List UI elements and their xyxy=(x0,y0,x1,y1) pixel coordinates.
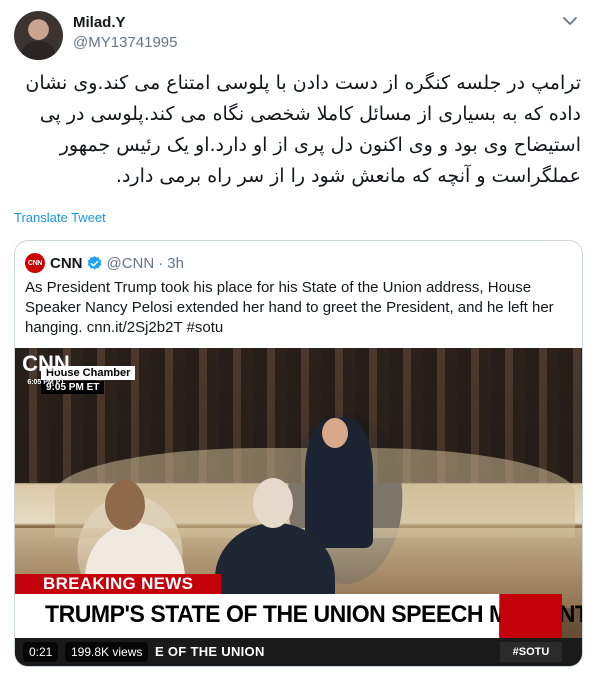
speaker-head xyxy=(105,480,145,530)
cnn-bug-time: 6:05 PM PT xyxy=(27,379,65,386)
tweet: Milad.Y @MY13741995 ترامپ در جلسه کنگره … xyxy=(0,0,597,685)
quoted-tweet-header: CNN CNN @CNN · 3h xyxy=(25,253,184,273)
verified-badge-icon xyxy=(87,255,101,270)
author-name[interactable]: Milad.Y xyxy=(73,14,126,31)
quoted-author-handle[interactable]: @CNN xyxy=(107,255,155,272)
translate-tweet-link[interactable]: Translate Tweet xyxy=(14,210,106,225)
cnn-bug-logo: CNN xyxy=(22,351,70,376)
dot-separator: · xyxy=(158,254,164,272)
avatar[interactable] xyxy=(14,11,63,60)
author-handle[interactable]: @MY13741995 xyxy=(73,34,177,51)
quoted-tweet-text: As President Trump took his place for hi… xyxy=(25,279,554,336)
ticker-text: E OF THE UNION xyxy=(155,644,265,659)
video-player[interactable]: House Chamber 9:05 PM ET BREAKING NEWS T… xyxy=(15,348,582,666)
breaking-news-banner: BREAKING NEWS xyxy=(15,574,222,594)
chevron-down-icon[interactable] xyxy=(559,10,581,32)
cnn-avatar[interactable]: CNN xyxy=(25,253,45,273)
hashtag-badge: #SOTU xyxy=(500,642,562,662)
cnn-bug xyxy=(500,594,562,638)
quoted-tweet-card[interactable]: CNN CNN @CNN · 3h As President Trump too… xyxy=(14,240,583,667)
video-views: 199.8K views xyxy=(65,642,149,662)
quoted-author-name[interactable]: CNN xyxy=(50,255,83,272)
president-head xyxy=(322,418,348,448)
quoted-timestamp[interactable]: 3h xyxy=(167,255,184,272)
video-timecode: 0:21 xyxy=(23,642,59,662)
vice-president-head xyxy=(253,478,293,528)
tweet-body: ترامپ در جلسه کنگره از دست دادن با پلوسی… xyxy=(25,72,581,187)
